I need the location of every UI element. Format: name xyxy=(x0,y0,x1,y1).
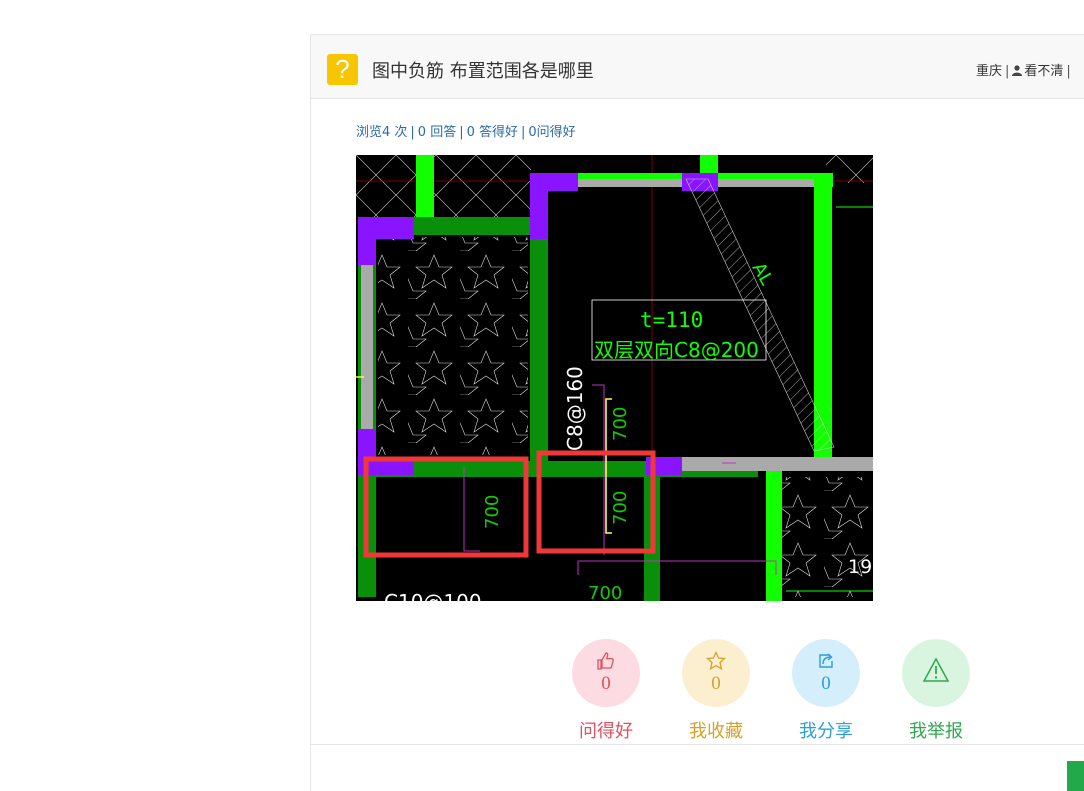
cad-drawing: t=110 双层双向C8@200 C8@160 700 700 700 700 … xyxy=(356,155,873,601)
location-link[interactable]: 重庆 xyxy=(976,64,1002,79)
good-questions-count: 0问得好 xyxy=(528,125,576,140)
good-question-button[interactable]: 0 问得好 xyxy=(571,639,641,743)
stats-separator: | xyxy=(521,125,526,140)
footer-divider xyxy=(311,744,1084,745)
vertical-rebar-label: C8@160 xyxy=(563,366,587,451)
username-link[interactable]: 看不清 xyxy=(1024,64,1063,79)
cad-drawing-image[interactable]: t=110 双层双向C8@200 C8@160 700 700 700 700 … xyxy=(356,155,873,601)
share-circle[interactable]: 0 xyxy=(792,639,860,707)
star-icon xyxy=(706,651,726,671)
bottom-rebar-label: C10@100 xyxy=(384,590,482,601)
question-stats: 浏览4 次 | 0 回答 | 0 答得好 | 0问得好 xyxy=(356,121,576,140)
stats-separator: | xyxy=(459,125,464,140)
good-question-count: 0 xyxy=(601,673,611,694)
meta-separator: | xyxy=(1066,64,1071,79)
collect-circle[interactable]: 0 xyxy=(682,639,750,707)
views-count: 浏览4 次 xyxy=(356,125,408,140)
report-label[interactable]: 我举报 xyxy=(901,717,971,743)
question-title: 图中负筋 布置范围各是哪里 xyxy=(372,61,594,82)
dimension-label: 700 xyxy=(588,583,622,601)
warning-icon xyxy=(923,657,949,682)
share-icon xyxy=(819,653,833,668)
collect-count: 0 xyxy=(711,673,721,694)
collect-button[interactable]: 0 我收藏 xyxy=(681,639,751,743)
meta-separator: | xyxy=(1005,64,1010,79)
share-label[interactable]: 我分享 xyxy=(791,717,861,743)
good-question-circle[interactable]: 0 xyxy=(572,639,640,707)
user-icon xyxy=(1012,65,1023,76)
rebar-note-label: 双层双向C8@200 xyxy=(594,338,759,362)
collect-label[interactable]: 我收藏 xyxy=(681,717,751,743)
green-action-button[interactable] xyxy=(1067,761,1084,791)
answers-count: 0 回答 xyxy=(417,125,457,140)
good-answers-count: 0 答得好 xyxy=(466,125,518,140)
question-header: ? 图中负筋 布置范围各是哪里 重庆 | 看不清 | xyxy=(311,35,1084,99)
report-circle[interactable] xyxy=(902,639,970,707)
dimension-label: 700 xyxy=(482,495,503,529)
good-question-label[interactable]: 问得好 xyxy=(571,717,641,743)
dimension-label: 700 xyxy=(610,407,631,441)
dimension-label: 700 xyxy=(610,491,631,525)
share-count: 0 xyxy=(821,673,831,694)
thumbs-up-icon xyxy=(597,652,614,670)
stats-separator: | xyxy=(410,125,415,140)
question-meta: 重庆 | 看不清 | xyxy=(976,60,1074,79)
question-mark-icon: ? xyxy=(327,54,358,85)
action-bar: 0 问得好 0 我收藏 0 我分享 我举报 xyxy=(571,639,991,749)
report-button[interactable]: 我举报 xyxy=(901,639,971,743)
right-number-label: 19 xyxy=(848,556,872,578)
thickness-label: t=110 xyxy=(640,308,703,332)
question-card: ? 图中负筋 布置范围各是哪里 重庆 | 看不清 | 浏览4 次 | 0 回答 | 0 答得好… xyxy=(310,34,1084,791)
share-button[interactable]: 0 我分享 xyxy=(791,639,861,743)
